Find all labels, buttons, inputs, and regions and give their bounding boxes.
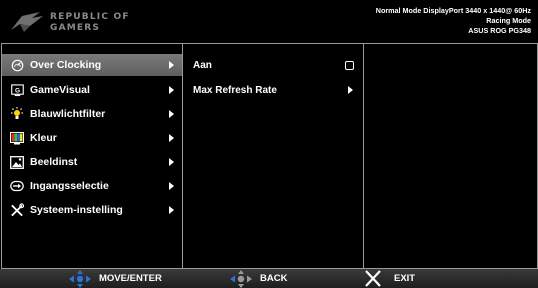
sub-menu: Aan Max Refresh Rate bbox=[182, 43, 364, 269]
status-line3: ASUS ROG PG348 bbox=[468, 26, 531, 35]
menu-item-label: Beeldinst bbox=[30, 156, 78, 168]
menu-item-blauwlichtfilter[interactable]: Blauwlichtfilter bbox=[2, 103, 182, 125]
menu-item-label: Systeem-instelling bbox=[30, 204, 123, 216]
menu-item-gamevisual[interactable]: G GameVisual bbox=[2, 79, 182, 101]
footer-move-enter-label: MOVE/ENTER bbox=[99, 273, 162, 284]
chevron-right-icon bbox=[169, 182, 174, 190]
joystick-back-icon bbox=[230, 269, 252, 288]
menu-item-beeldinst[interactable]: Beeldinst bbox=[2, 151, 182, 173]
submenu-item-aan[interactable]: Aan bbox=[183, 54, 363, 76]
brand-line2: GAMERS bbox=[50, 23, 101, 33]
svg-text:G: G bbox=[14, 87, 19, 94]
menu-item-label: Kleur bbox=[30, 132, 57, 144]
submenu-item-label: Max Refresh Rate bbox=[193, 84, 277, 96]
menu-item-kleur[interactable]: Kleur bbox=[2, 127, 182, 149]
chevron-right-icon bbox=[169, 61, 174, 69]
joystick-move-icon bbox=[69, 269, 91, 288]
overclock-icon bbox=[10, 58, 24, 72]
footer-back-label: BACK bbox=[260, 273, 288, 284]
osd-frame: Over Clocking G GameVisual Blauwlichtfil… bbox=[0, 43, 538, 269]
footer-move-enter[interactable]: MOVE/ENTER bbox=[67, 269, 162, 288]
status-line2: Racing Mode bbox=[486, 16, 531, 25]
chevron-right-icon bbox=[169, 110, 174, 118]
status-line1: Normal Mode DisplayPort 3440 x 1440@ 60H… bbox=[375, 6, 531, 15]
close-icon bbox=[365, 270, 381, 287]
osd-header: REPUBLIC OF GAMERS Normal Mode DisplayPo… bbox=[0, 0, 538, 43]
input-icon bbox=[10, 179, 24, 193]
image-icon bbox=[10, 155, 24, 169]
color-icon bbox=[10, 131, 24, 145]
brand-line1: REPUBLIC OF bbox=[50, 12, 130, 22]
tools-icon bbox=[10, 202, 24, 217]
chevron-right-icon bbox=[348, 86, 353, 94]
chevron-right-icon bbox=[169, 134, 174, 142]
gamevisual-icon: G bbox=[10, 83, 24, 97]
main-menu: Over Clocking G GameVisual Blauwlichtfil… bbox=[1, 43, 183, 269]
footer-back[interactable]: BACK bbox=[228, 269, 287, 288]
chevron-right-icon bbox=[169, 206, 174, 214]
submenu-item-max-refresh-rate[interactable]: Max Refresh Rate bbox=[183, 79, 363, 101]
menu-item-label: Ingangsselectie bbox=[30, 180, 109, 192]
menu-item-ingangsselectie[interactable]: Ingangsselectie bbox=[2, 175, 182, 197]
osd-footer: MOVE/ENTER BACK EXIT bbox=[0, 269, 538, 288]
chevron-right-icon bbox=[169, 158, 174, 166]
submenu-item-label: Aan bbox=[193, 59, 212, 71]
status-info: Normal Mode DisplayPort 3440 x 1440@ 60H… bbox=[376, 6, 531, 36]
menu-item-label: GameVisual bbox=[30, 84, 90, 96]
checkbox-icon[interactable] bbox=[345, 60, 354, 70]
chevron-right-icon bbox=[169, 86, 174, 94]
detail-panel bbox=[363, 43, 538, 269]
menu-item-label: Over Clocking bbox=[30, 59, 102, 71]
rog-eye-icon bbox=[11, 12, 43, 32]
rog-logo: REPUBLIC OF GAMERS bbox=[10, 8, 160, 36]
menu-item-systeem-instelling[interactable]: Systeem-instelling bbox=[2, 199, 182, 221]
bluelight-icon bbox=[10, 107, 24, 121]
menu-item-over-clocking[interactable]: Over Clocking bbox=[2, 54, 182, 76]
footer-exit-label: EXIT bbox=[394, 273, 416, 284]
footer-exit[interactable]: EXIT bbox=[364, 269, 415, 288]
menu-item-label: Blauwlichtfilter bbox=[30, 108, 106, 120]
